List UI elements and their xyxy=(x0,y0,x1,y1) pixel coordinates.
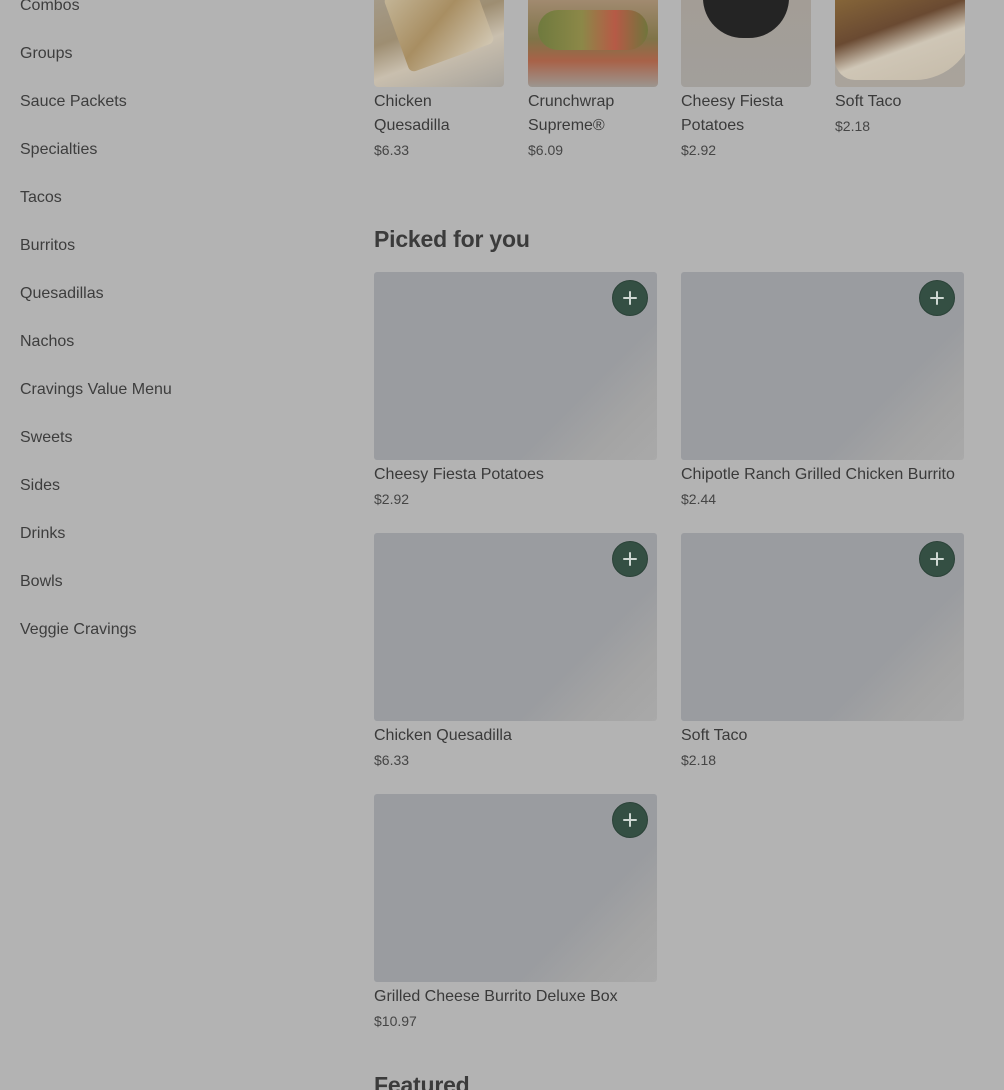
sidebar-item-cravings-value-menu[interactable]: Cravings Value Menu xyxy=(20,366,320,414)
item-name-line: Soft Taco xyxy=(835,93,902,110)
item-image[interactable] xyxy=(528,0,658,87)
item-image[interactable] xyxy=(374,794,657,982)
plus-icon xyxy=(623,813,637,827)
carousel-item[interactable]: Soft Taco $2.18 xyxy=(835,0,965,138)
section-title-featured: Featured xyxy=(374,1072,470,1090)
item-name-line: Supreme® xyxy=(528,117,605,134)
menu-item-card[interactable]: Chicken Quesadilla $6.33 xyxy=(374,533,657,772)
sidebar-item-combos[interactable]: Combos xyxy=(20,0,320,30)
plus-icon xyxy=(930,552,944,566)
item-name: Cheesy Fiesta Potatoes xyxy=(374,466,544,483)
sidebar-item-sauce-packets[interactable]: Sauce Packets xyxy=(20,78,320,126)
item-name: Soft Taco xyxy=(681,727,748,744)
add-to-cart-button[interactable] xyxy=(919,541,955,577)
item-name-line: Potatoes xyxy=(681,117,745,134)
item-name-line: Cheesy Fiesta xyxy=(681,93,784,110)
item-name: Chicken Quesadilla xyxy=(374,727,512,744)
item-name: Chicken Quesadilla xyxy=(374,90,504,138)
sidebar-item-veggie-cravings[interactable]: Veggie Cravings xyxy=(20,606,320,654)
item-name-line: Crunchwrap xyxy=(528,93,615,110)
carousel-item[interactable]: Chicken Quesadilla $6.33 xyxy=(374,0,504,162)
item-price: $2.18 xyxy=(835,118,871,134)
item-name: Cheesy Fiesta Potatoes xyxy=(681,90,811,138)
item-image[interactable] xyxy=(374,0,504,87)
item-image[interactable] xyxy=(681,533,964,721)
sidebar-item-sweets[interactable]: Sweets xyxy=(20,414,320,462)
item-name: Chipotle Ranch Grilled Chicken Burrito xyxy=(681,466,955,483)
sidebar-item-quesadillas[interactable]: Quesadillas xyxy=(20,270,320,318)
item-price: $2.18 xyxy=(681,752,717,768)
item-price: $10.97 xyxy=(374,1013,417,1029)
sidebar-item-sides[interactable]: Sides xyxy=(20,462,320,510)
item-price: $6.09 xyxy=(528,142,564,158)
item-name: Crunchwrap Supreme® xyxy=(528,90,658,138)
sidebar-item-drinks[interactable]: Drinks xyxy=(20,510,320,558)
sidebar-item-burritos[interactable]: Burritos xyxy=(20,222,320,270)
sidebar-item-tacos[interactable]: Tacos xyxy=(20,174,320,222)
section-title-picked-for-you: Picked for you xyxy=(374,226,530,252)
item-image[interactable] xyxy=(681,272,964,460)
menu-item-card[interactable]: Cheesy Fiesta Potatoes $2.92 xyxy=(374,272,657,511)
sidebar-item-groups[interactable]: Groups xyxy=(20,30,320,78)
add-to-cart-button[interactable] xyxy=(612,802,648,838)
sidebar-item-specialties[interactable]: Specialties xyxy=(20,126,320,174)
item-image[interactable] xyxy=(374,272,657,460)
item-name-line: Chicken xyxy=(374,93,432,110)
item-price: $6.33 xyxy=(374,752,410,768)
item-image[interactable] xyxy=(681,0,811,87)
store-menu-page: Combos Groups Sauce Packets Specialties … xyxy=(0,0,1004,1090)
menu-item-card[interactable]: Chipotle Ranch Grilled Chicken Burrito $… xyxy=(681,272,964,511)
carousel-item[interactable]: Cheesy Fiesta Potatoes $2.92 xyxy=(681,0,811,162)
plus-icon xyxy=(623,291,637,305)
item-image[interactable] xyxy=(835,0,965,87)
item-price: $2.92 xyxy=(681,142,717,158)
category-sidebar: Combos Groups Sauce Packets Specialties … xyxy=(20,0,320,654)
item-price: $2.92 xyxy=(374,491,410,507)
item-name-line: Quesadilla xyxy=(374,117,450,134)
item-price: $6.33 xyxy=(374,142,410,158)
item-name: Soft Taco xyxy=(835,90,965,114)
plus-icon xyxy=(930,291,944,305)
add-to-cart-button[interactable] xyxy=(612,541,648,577)
item-price: $2.44 xyxy=(681,491,717,507)
sidebar-item-nachos[interactable]: Nachos xyxy=(20,318,320,366)
item-image[interactable] xyxy=(374,533,657,721)
carousel-item[interactable]: Crunchwrap Supreme® $6.09 xyxy=(528,0,658,162)
sidebar-item-bowls[interactable]: Bowls xyxy=(20,558,320,606)
plus-icon xyxy=(623,552,637,566)
add-to-cart-button[interactable] xyxy=(612,280,648,316)
item-name: Grilled Cheese Burrito Deluxe Box xyxy=(374,988,618,1005)
add-to-cart-button[interactable] xyxy=(919,280,955,316)
menu-item-card[interactable]: Grilled Cheese Burrito Deluxe Box $10.97 xyxy=(374,794,657,1033)
popular-items-carousel: Chicken Quesadilla $6.33 Crunchwrap Supr… xyxy=(374,0,974,170)
menu-item-card[interactable]: Soft Taco $2.18 xyxy=(681,533,964,772)
